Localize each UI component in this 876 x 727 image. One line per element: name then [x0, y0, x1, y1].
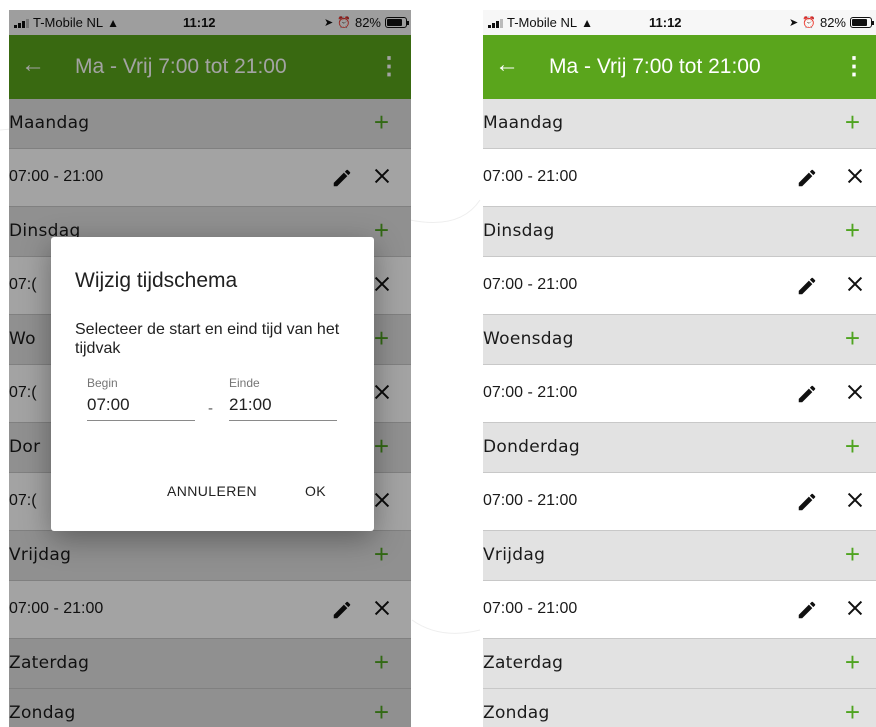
- day-row-vrijdag: Vrijdag +: [483, 531, 876, 581]
- arrow-left-icon[interactable]: ←: [495, 51, 519, 79]
- add-icon[interactable]: +: [845, 539, 860, 569]
- pencil-icon[interactable]: [796, 167, 818, 189]
- battery-icon: [850, 17, 874, 28]
- status-bar: T-Mobile NL ▲ 11:12 ➤ ⏰ 82%: [483, 10, 876, 35]
- day-label: Dinsdag: [483, 221, 555, 241]
- day-row-woensdag: Woensdag +: [483, 315, 876, 365]
- slot-label: 07:00 - 21:00: [483, 492, 578, 509]
- pencil-icon[interactable]: [796, 275, 818, 297]
- day-row-donderdag: Donderdag +: [483, 423, 876, 473]
- slot-row: 07:00 - 21:00: [483, 257, 876, 315]
- slot-label: 07:00 - 21:00: [483, 384, 578, 401]
- close-icon[interactable]: [844, 597, 866, 619]
- end-field: Einde: [229, 376, 339, 421]
- dialog-title: Wijzig tijdschema: [75, 269, 238, 292]
- add-icon[interactable]: +: [845, 107, 860, 137]
- schedule-list: Maandag +07:00 - 21:00 Dinsdag +07:00 - 21:…: [483, 99, 876, 727]
- slot-row: 07:00 - 21:00: [483, 149, 876, 207]
- phone-screen-dialog-open: T-Mobile NL ▲ 11:12 ➤ ⏰ 82% ← Ma - Vrij …: [9, 10, 411, 727]
- day-row-maandag: Maandag +: [483, 99, 876, 149]
- close-icon[interactable]: [844, 273, 866, 295]
- close-icon[interactable]: [844, 489, 866, 511]
- location-icon: ➤: [789, 17, 799, 29]
- pencil-icon[interactable]: [796, 383, 818, 405]
- pencil-icon[interactable]: [796, 491, 818, 513]
- more-vert-icon[interactable]: ⋮: [842, 53, 866, 81]
- day-row-zondag: Zondag +: [483, 689, 876, 727]
- cancel-button[interactable]: ANNULEREN: [167, 483, 257, 499]
- wifi-icon: ▲: [581, 15, 593, 30]
- page-title: Ma - Vrij 7:00 tot 21:00: [549, 55, 761, 78]
- time-separator: -: [208, 400, 213, 417]
- day-row-zaterdag: Zaterdag +: [483, 639, 876, 689]
- slot-row: 07:00 - 21:00: [483, 473, 876, 531]
- day-label: Vrijdag: [483, 545, 546, 565]
- slot-row: 07:00 - 21:00: [483, 365, 876, 423]
- day-row-dinsdag: Dinsdag +: [483, 207, 876, 257]
- begin-label: Begin: [87, 376, 118, 390]
- edit-schedule-dialog: Wijzig tijdschema Selecteer de start en …: [51, 237, 374, 531]
- battery-percent: 82%: [819, 15, 846, 30]
- slot-label: 07:00 - 21:00: [483, 276, 578, 293]
- day-label: Woensdag: [483, 329, 574, 349]
- carrier: T-Mobile NL ▲: [488, 15, 593, 30]
- alarm-icon: ⏰: [802, 17, 816, 29]
- status-time: 11:12: [649, 15, 682, 30]
- app-bar: ← Ma - Vrij 7:00 tot 21:00 ⋮: [483, 35, 876, 99]
- signal-icon: [488, 18, 503, 28]
- day-label: Zondag: [483, 703, 550, 723]
- day-label: Zaterdag: [483, 653, 564, 673]
- begin-time-input[interactable]: [87, 395, 195, 421]
- pencil-icon[interactable]: [796, 599, 818, 621]
- close-icon[interactable]: [844, 381, 866, 403]
- add-icon[interactable]: +: [845, 647, 860, 677]
- slot-label: 07:00 - 21:00: [483, 600, 578, 617]
- add-icon[interactable]: +: [845, 697, 860, 727]
- day-label: Donderdag: [483, 437, 580, 457]
- carrier-name: T-Mobile NL: [507, 15, 578, 30]
- end-time-input[interactable]: [229, 395, 337, 421]
- dialog-message: Selecteer de start en eind tijd van het …: [75, 321, 340, 357]
- phone-screen-schedule: T-Mobile NL ▲ 11:12 ➤ ⏰ 82% ← Ma - Vrij …: [483, 10, 876, 727]
- status-right: ➤ ⏰ 82%: [789, 15, 874, 30]
- slot-label: 07:00 - 21:00: [483, 168, 578, 185]
- day-label: Maandag: [483, 113, 564, 133]
- add-icon[interactable]: +: [845, 431, 860, 461]
- add-icon[interactable]: +: [845, 323, 860, 353]
- ok-button[interactable]: OK: [305, 483, 326, 499]
- begin-field: Begin: [87, 376, 197, 421]
- end-label: Einde: [229, 376, 260, 390]
- close-icon[interactable]: [844, 165, 866, 187]
- add-icon[interactable]: +: [845, 215, 860, 245]
- slot-row: 07:00 - 21:00: [483, 581, 876, 639]
